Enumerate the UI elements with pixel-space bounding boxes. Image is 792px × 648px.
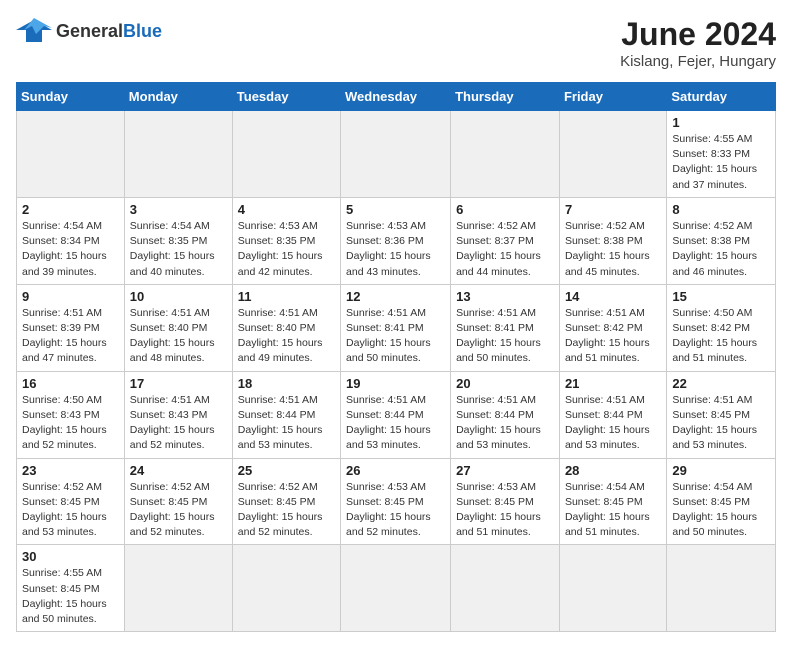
empty-cell — [341, 111, 451, 198]
header-thursday: Thursday — [451, 83, 560, 111]
logo-icon — [16, 16, 52, 46]
empty-cell — [341, 545, 451, 632]
empty-cell — [17, 111, 125, 198]
day-17: 17 Sunrise: 4:51 AMSunset: 8:43 PMDaylig… — [124, 371, 232, 458]
day-19: 19 Sunrise: 4:51 AMSunset: 8:44 PMDaylig… — [341, 371, 451, 458]
empty-cell — [559, 111, 666, 198]
logo-text: GeneralBlue — [56, 21, 162, 42]
day-9: 9 Sunrise: 4:51 AMSunset: 8:39 PMDayligh… — [17, 284, 125, 371]
weekday-header-row: Sunday Monday Tuesday Wednesday Thursday… — [17, 83, 776, 111]
empty-cell — [232, 545, 340, 632]
header-wednesday: Wednesday — [341, 83, 451, 111]
header-saturday: Saturday — [667, 83, 776, 111]
day-8: 8 Sunrise: 4:52 AMSunset: 8:38 PMDayligh… — [667, 197, 776, 284]
day-21: 21 Sunrise: 4:51 AMSunset: 8:44 PMDaylig… — [559, 371, 666, 458]
day-4: 4 Sunrise: 4:53 AMSunset: 8:35 PMDayligh… — [232, 197, 340, 284]
calendar-row-2: 2 Sunrise: 4:54 AMSunset: 8:34 PMDayligh… — [17, 197, 776, 284]
day-1-sunset: 8:33 PM — [711, 148, 750, 160]
day-13: 13 Sunrise: 4:51 AMSunset: 8:41 PMDaylig… — [451, 284, 560, 371]
logo: GeneralBlue — [16, 16, 162, 46]
day-25: 25 Sunrise: 4:52 AMSunset: 8:45 PMDaylig… — [232, 458, 340, 545]
calendar-row-3: 9 Sunrise: 4:51 AMSunset: 8:39 PMDayligh… — [17, 284, 776, 371]
day-27: 27 Sunrise: 4:53 AMSunset: 8:45 PMDaylig… — [451, 458, 560, 545]
day-1-sunrise: 4:55 AM — [714, 133, 753, 145]
day-1-sunset-label: Sunset: — [672, 148, 711, 160]
day-2: 2 Sunrise: 4:54 AMSunset: 8:34 PMDayligh… — [17, 197, 125, 284]
title-area: June 2024 Kislang, Fejer, Hungary — [620, 16, 776, 70]
day-10: 10 Sunrise: 4:51 AMSunset: 8:40 PMDaylig… — [124, 284, 232, 371]
header-friday: Friday — [559, 83, 666, 111]
day-15: 15 Sunrise: 4:50 AMSunset: 8:42 PMDaylig… — [667, 284, 776, 371]
day-6: 6 Sunrise: 4:52 AMSunset: 8:37 PMDayligh… — [451, 197, 560, 284]
day-29: 29 Sunrise: 4:54 AMSunset: 8:45 PMDaylig… — [667, 458, 776, 545]
header-sunday: Sunday — [17, 83, 125, 111]
day-24: 24 Sunrise: 4:52 AMSunset: 8:45 PMDaylig… — [124, 458, 232, 545]
empty-cell — [451, 545, 560, 632]
day-7: 7 Sunrise: 4:52 AMSunset: 8:38 PMDayligh… — [559, 197, 666, 284]
empty-cell — [124, 545, 232, 632]
empty-cell — [124, 111, 232, 198]
day-1-sunrise-label: Sunrise: — [672, 133, 713, 145]
day-30: 30 Sunrise: 4:55 AMSunset: 8:45 PMDaylig… — [17, 545, 125, 632]
calendar-row-5: 23 Sunrise: 4:52 AMSunset: 8:45 PMDaylig… — [17, 458, 776, 545]
day-14: 14 Sunrise: 4:51 AMSunset: 8:42 PMDaylig… — [559, 284, 666, 371]
day-23: 23 Sunrise: 4:52 AMSunset: 8:45 PMDaylig… — [17, 458, 125, 545]
calendar-row-4: 16 Sunrise: 4:50 AMSunset: 8:43 PMDaylig… — [17, 371, 776, 458]
calendar-table: Sunday Monday Tuesday Wednesday Thursday… — [16, 82, 776, 632]
day-26: 26 Sunrise: 4:53 AMSunset: 8:45 PMDaylig… — [341, 458, 451, 545]
day-20: 20 Sunrise: 4:51 AMSunset: 8:44 PMDaylig… — [451, 371, 560, 458]
day-28: 28 Sunrise: 4:54 AMSunset: 8:45 PMDaylig… — [559, 458, 666, 545]
day-16: 16 Sunrise: 4:50 AMSunset: 8:43 PMDaylig… — [17, 371, 125, 458]
day-1: 1 Sunrise: 4:55 AM Sunset: 8:33 PM Dayli… — [667, 111, 776, 198]
day-5: 5 Sunrise: 4:53 AMSunset: 8:36 PMDayligh… — [341, 197, 451, 284]
day-11: 11 Sunrise: 4:51 AMSunset: 8:40 PMDaylig… — [232, 284, 340, 371]
month-title: June 2024 — [620, 16, 776, 53]
day-3: 3 Sunrise: 4:54 AMSunset: 8:35 PMDayligh… — [124, 197, 232, 284]
empty-cell — [451, 111, 560, 198]
empty-cell — [667, 545, 776, 632]
header-tuesday: Tuesday — [232, 83, 340, 111]
calendar-row-1: 1 Sunrise: 4:55 AM Sunset: 8:33 PM Dayli… — [17, 111, 776, 198]
day-22: 22 Sunrise: 4:51 AMSunset: 8:45 PMDaylig… — [667, 371, 776, 458]
empty-cell — [232, 111, 340, 198]
empty-cell — [559, 545, 666, 632]
day-1-daylight-label: Daylight: — [672, 163, 716, 175]
day-1-info: Sunrise: 4:55 AM Sunset: 8:33 PM Dayligh… — [672, 132, 770, 193]
location: Kislang, Fejer, Hungary — [620, 53, 776, 70]
day-12: 12 Sunrise: 4:51 AMSunset: 8:41 PMDaylig… — [341, 284, 451, 371]
day-18: 18 Sunrise: 4:51 AMSunset: 8:44 PMDaylig… — [232, 371, 340, 458]
header: GeneralBlue June 2024 Kislang, Fejer, Hu… — [16, 16, 776, 70]
header-monday: Monday — [124, 83, 232, 111]
calendar-row-6: 30 Sunrise: 4:55 AMSunset: 8:45 PMDaylig… — [17, 545, 776, 632]
